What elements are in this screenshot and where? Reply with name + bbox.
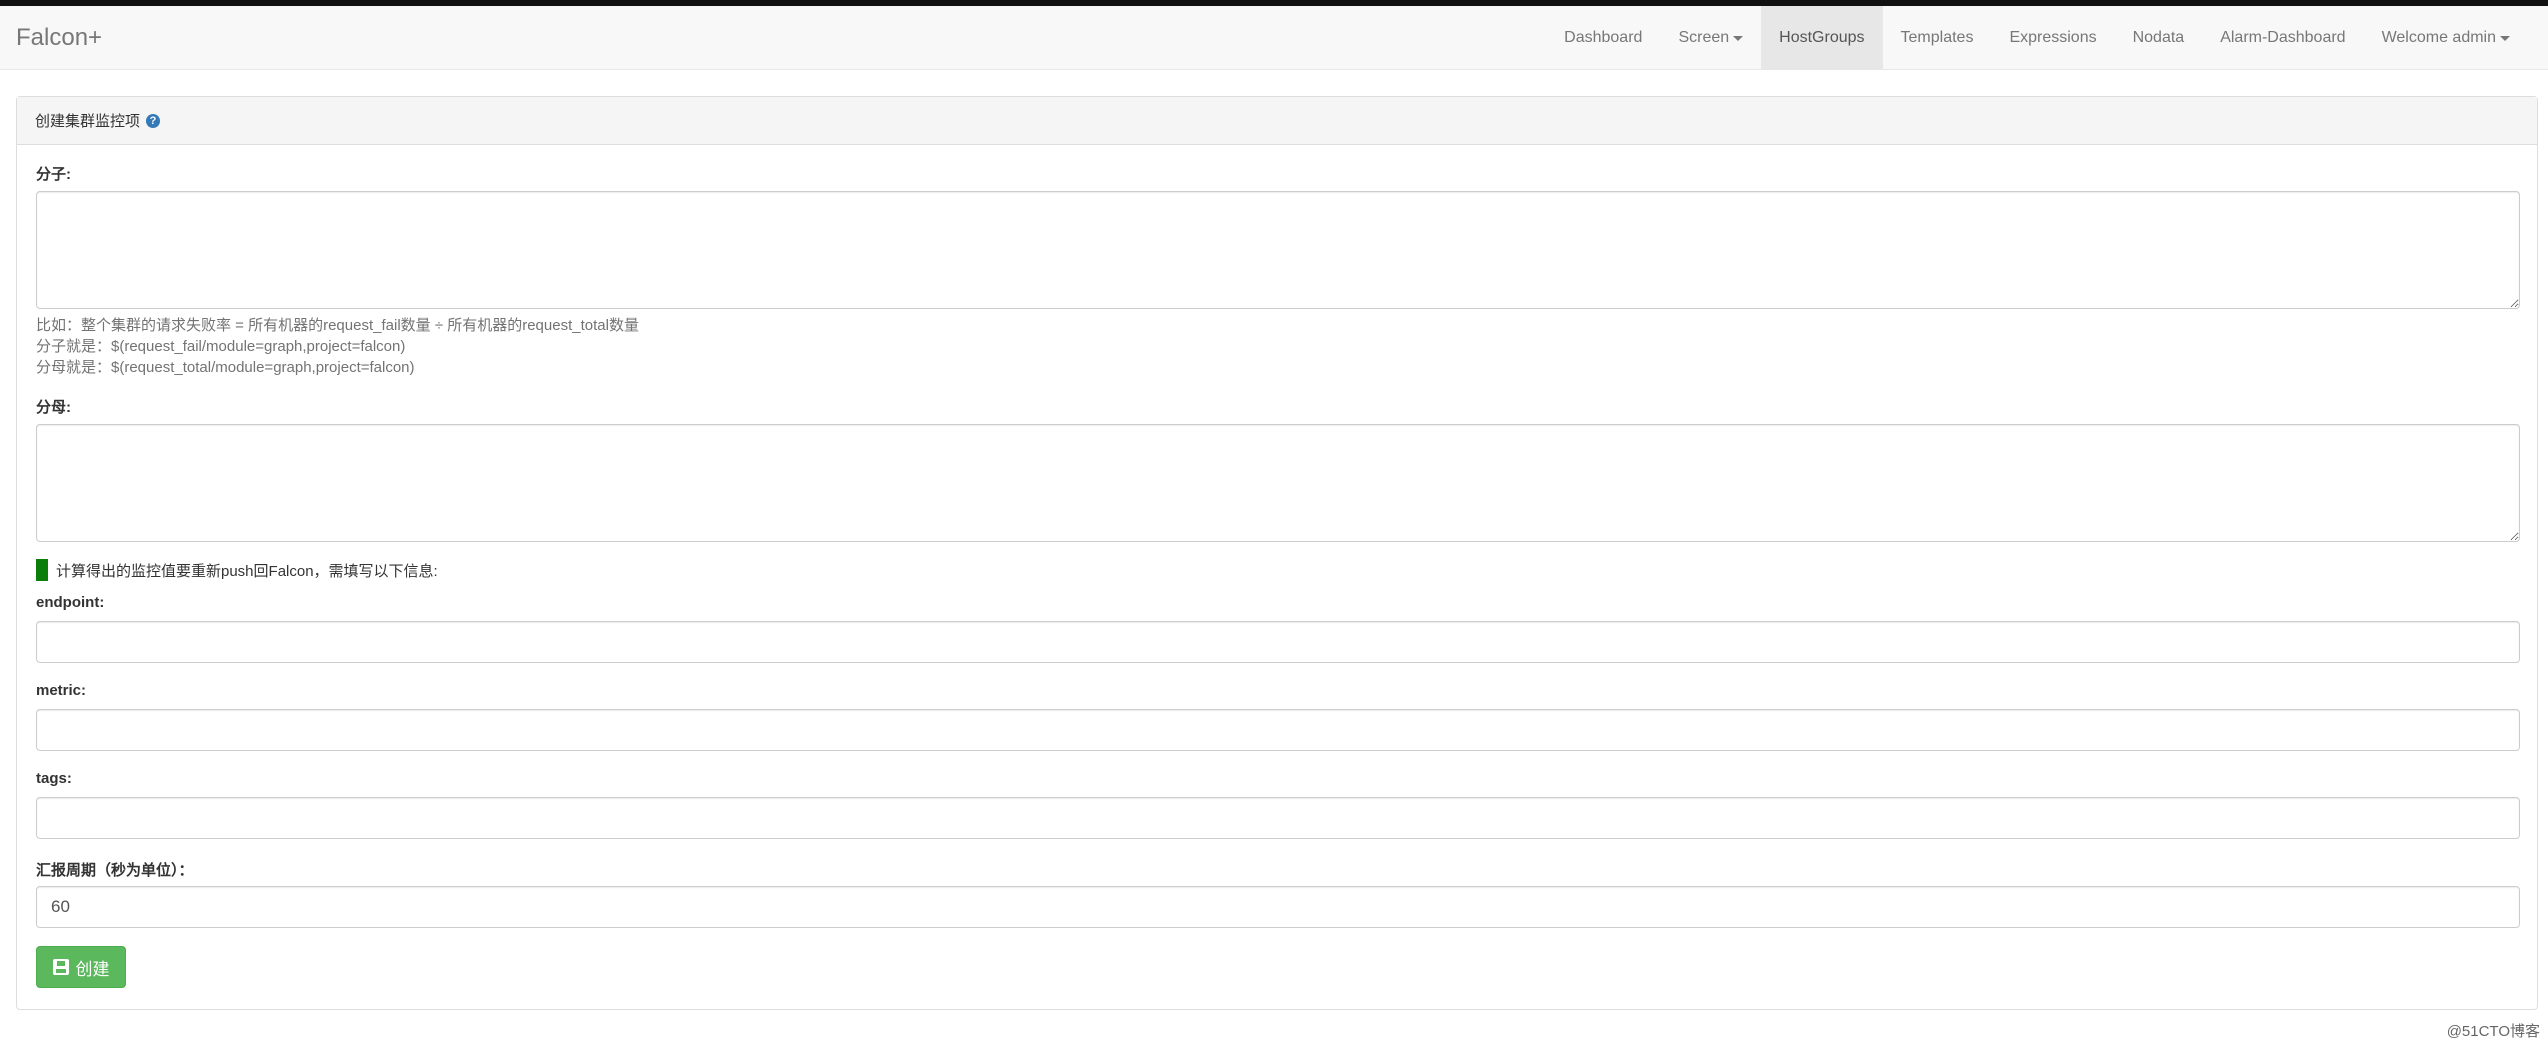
caret-down-icon bbox=[1733, 35, 1744, 41]
nav-expressions[interactable]: Expressions bbox=[1991, 6, 2114, 70]
nav-screen-label: Screen bbox=[1678, 29, 1730, 46]
panel-title: 创建集群监控项 bbox=[35, 113, 141, 130]
hint-denominator: 分母就是：$(request_total/module=graph,projec… bbox=[36, 359, 415, 376]
hint-example: 比如：整个集群的请求失败率 = 所有机器的request_fail数量 ÷ 所有… bbox=[36, 317, 639, 334]
nav-alarm-dashboard[interactable]: Alarm-Dashboard bbox=[2202, 6, 2363, 70]
main-nav: Dashboard Screen HostGroups Templates Ex… bbox=[1546, 6, 2528, 70]
nav-hostgroups-label: HostGroups bbox=[1779, 29, 1865, 46]
period-label: 汇报周期（秒为单位）： bbox=[36, 862, 194, 879]
nav-templates[interactable]: Templates bbox=[1883, 6, 1992, 70]
caret-down-icon bbox=[2500, 35, 2510, 41]
nav-nodata-label: Nodata bbox=[2132, 29, 2185, 46]
nav-templates-label: Templates bbox=[1900, 29, 1974, 46]
nav-alarm-dashboard-label: Alarm-Dashboard bbox=[2220, 29, 2346, 46]
nav-hostgroups[interactable]: HostGroups bbox=[1761, 6, 1883, 70]
nav-nodata[interactable]: Nodata bbox=[2115, 6, 2203, 70]
nav-screen[interactable]: Screen bbox=[1660, 6, 1761, 70]
nav-dashboard[interactable]: Dashboard bbox=[1546, 6, 1660, 70]
nav-dashboard-label: Dashboard bbox=[1564, 29, 1643, 46]
numerator-textarea[interactable] bbox=[36, 191, 2520, 309]
push-notice: 计算得出的监控值要重新push回Falcon，需填写以下信息: bbox=[36, 559, 438, 581]
watermark: @51CTO博客 bbox=[2446, 1023, 2540, 1040]
nav-user-menu[interactable]: Welcome admin bbox=[2364, 6, 2528, 70]
create-button[interactable]: 创建 bbox=[36, 946, 126, 988]
denominator-textarea[interactable] bbox=[36, 424, 2520, 542]
question-circle-icon[interactable]: ? bbox=[146, 113, 161, 128]
notice-bar bbox=[36, 559, 48, 581]
denominator-label: 分母: bbox=[36, 399, 71, 416]
save-icon bbox=[52, 959, 69, 975]
tags-input[interactable] bbox=[36, 797, 2520, 839]
tags-label: tags: bbox=[36, 770, 72, 787]
nav-expressions-label: Expressions bbox=[2009, 29, 2097, 46]
create-button-label: 创建 bbox=[75, 959, 110, 979]
endpoint-input[interactable] bbox=[36, 621, 2520, 663]
notice-text: 计算得出的监控值要重新push回Falcon，需填写以下信息: bbox=[56, 562, 438, 580]
brand-logo[interactable]: Falcon+ bbox=[16, 24, 102, 52]
numerator-label: 分子: bbox=[36, 166, 71, 183]
nav-user-menu-label: Welcome admin bbox=[2381, 29, 2496, 46]
metric-input[interactable] bbox=[36, 709, 2520, 751]
endpoint-label: endpoint: bbox=[36, 594, 105, 611]
metric-label: metric: bbox=[36, 682, 87, 699]
hint-numerator: 分子就是：$(request_fail/module=graph,project… bbox=[36, 338, 406, 355]
panel-heading: 创建集群监控项 ? bbox=[17, 97, 2537, 145]
top-navbar: Falcon+ Dashboard Screen HostGroups Temp… bbox=[0, 6, 2548, 70]
create-cluster-monitor-panel: 创建集群监控项 ? 分子: 比如：整个集群的请求失败率 = 所有机器的reque… bbox=[16, 96, 2538, 1010]
period-input[interactable] bbox=[36, 886, 2520, 928]
